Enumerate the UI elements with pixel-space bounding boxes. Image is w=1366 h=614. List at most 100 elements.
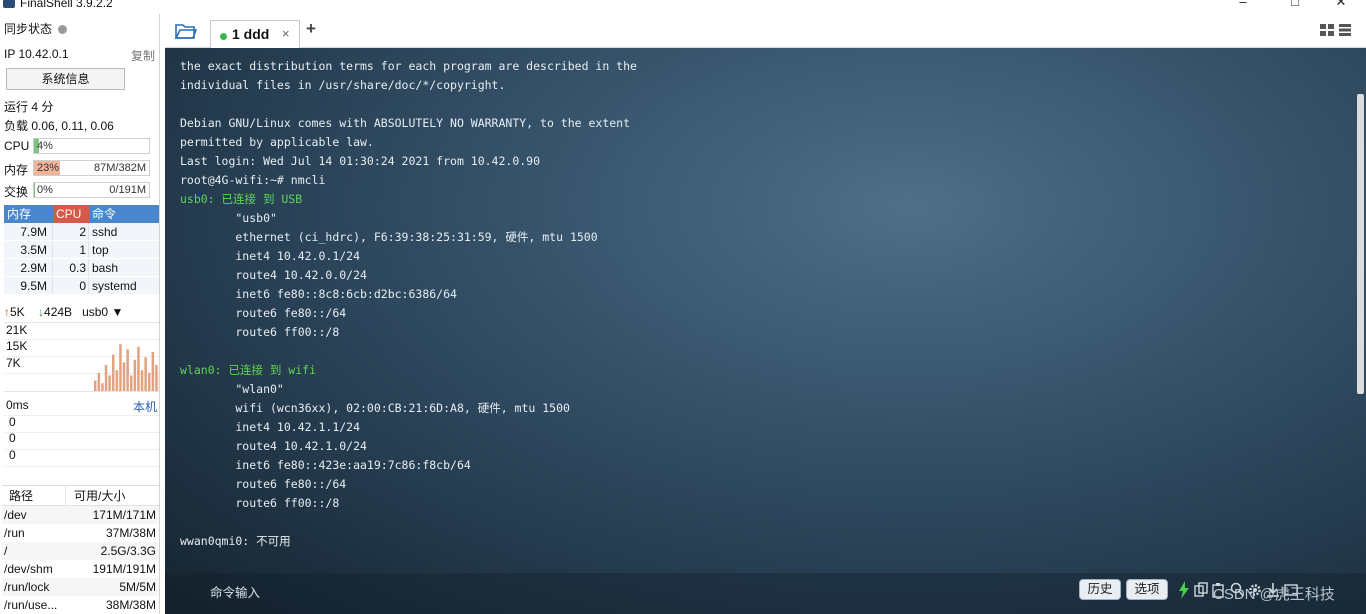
network-traffic-bar: [151, 352, 155, 391]
network-traffic-bar: [126, 349, 129, 391]
download-speed: 424B: [44, 305, 73, 319]
disk-row[interactable]: /dev/shm 191M/191M: [2, 560, 159, 578]
disk-row[interactable]: /run/lock 5M/5M: [2, 578, 159, 596]
network-traffic-bar: [119, 344, 122, 391]
terminal-line: route4 10.42.1.0/24: [180, 439, 367, 453]
swap-meter: 0% 0/191M: [33, 182, 150, 198]
process-row[interactable]: 2.9M 0.3 bash: [4, 259, 159, 277]
network-traffic-bar: [97, 372, 101, 391]
process-header-cpu[interactable]: CPU: [53, 205, 89, 223]
disk-path: /: [4, 544, 8, 558]
cpu-meter: 4%: [33, 138, 150, 154]
process-row[interactable]: 9.5M 0 systemd: [4, 277, 159, 295]
swap-meter-fill: [34, 183, 35, 197]
uptime: 运行 4 分: [4, 100, 54, 114]
layout-grid-icon[interactable]: [1320, 23, 1352, 37]
swap-meter-percent: 0%: [37, 184, 53, 196]
cpu-meter-label: CPU: [4, 139, 30, 153]
terminal-line: wwan0qmi0: 不可用: [180, 534, 291, 548]
terminal-scrollbar[interactable]: [1357, 94, 1364, 394]
close-tab-icon[interactable]: ×: [282, 26, 290, 41]
sync-status-label: 同步状态: [4, 22, 53, 36]
disk-size: 5M/5M: [119, 580, 156, 594]
ping-grid-line: [4, 466, 159, 467]
terminal-line: route4 10.42.0.0/24: [180, 268, 367, 282]
tab-label: 1 ddd: [232, 26, 270, 42]
ping-target-local[interactable]: 本机: [133, 398, 157, 415]
terminal-output: the exact distribution terms for each pr…: [180, 57, 637, 551]
disk-row[interactable]: /run/use... 38M/38M: [2, 596, 159, 614]
process-header-command[interactable]: 命令: [89, 205, 159, 223]
process-header-memory[interactable]: 内存: [4, 205, 53, 223]
load-average: 负载 0.06, 0.11, 0.06: [4, 119, 114, 133]
disk-row[interactable]: / 2.5G/3.3G: [2, 542, 159, 560]
copy-ip-button[interactable]: 复制: [131, 47, 155, 64]
process-row[interactable]: 3.5M 1 top: [4, 241, 159, 259]
terminal-line: permitted by applicable law.: [180, 135, 374, 149]
disk-table: 路径 可用/大小 /dev 171M/171M /run 37M/38M / 2…: [2, 485, 159, 614]
process-memory: 2.9M: [4, 259, 53, 276]
command-input[interactable]: 命令输入: [210, 582, 260, 601]
ping-grid-line: [4, 449, 159, 450]
disk-header-path[interactable]: 路径: [2, 486, 66, 505]
tab-bar: 1 ddd × +: [165, 14, 1366, 48]
disk-size: 38M/38M: [105, 598, 156, 612]
terminal-line: "wlan0": [180, 382, 284, 396]
app-icon: [3, 0, 15, 8]
ping-label: 0ms: [6, 398, 29, 412]
minimize-icon[interactable]: –: [1233, 0, 1253, 9]
network-interface-select[interactable]: usb0 ▼: [82, 305, 123, 319]
tab-ddd[interactable]: 1 ddd ×: [210, 20, 300, 48]
network-speed: ↑5K ↓424B usb0 ▼: [4, 305, 123, 319]
terminal-line: route6 fe80::/64: [180, 306, 347, 320]
close-window-icon[interactable]: ✕: [1331, 0, 1351, 9]
swap-meter-amount: 0/191M: [109, 184, 146, 196]
disk-size: 191M/191M: [92, 562, 156, 576]
swap-meter-label: 交换: [4, 185, 29, 199]
disk-header-size[interactable]: 可用/大小: [66, 486, 159, 505]
terminal-line: route6 ff00::/8: [180, 496, 340, 510]
terminal-line: inet4 10.42.1.1/24: [180, 420, 361, 434]
options-button[interactable]: 选项: [1126, 579, 1168, 600]
terminal-line: root@4G-wifi:~# nmcli: [180, 173, 326, 187]
ping-grid-line: [4, 432, 159, 433]
lightning-icon[interactable]: [1178, 581, 1190, 599]
disk-row[interactable]: /run 37M/38M: [2, 524, 159, 542]
disk-path: /run/use...: [4, 598, 58, 612]
terminal[interactable]: the exact distribution terms for each pr…: [165, 48, 1366, 614]
disk-row[interactable]: /dev 171M/171M: [2, 506, 159, 524]
maximize-icon[interactable]: □: [1285, 0, 1305, 9]
process-command: top: [92, 243, 109, 257]
connected-status-dot-icon: [220, 33, 227, 40]
network-graph: 21K 15K 7K: [4, 322, 159, 392]
cpu-meter-percent: 4%: [37, 140, 53, 152]
system-info-button[interactable]: 系统信息: [6, 68, 125, 90]
sync-status-dot-icon: [58, 25, 68, 35]
process-row[interactable]: 7.9M 2 sshd: [4, 223, 159, 241]
process-memory: 9.5M: [4, 277, 53, 294]
terminal-line: individual files in /usr/share/doc/*/cop…: [180, 78, 506, 92]
process-memory: 3.5M: [4, 241, 53, 258]
sync-status[interactable]: 同步状态: [4, 20, 68, 37]
history-button[interactable]: 历史: [1079, 579, 1121, 600]
process-cpu: 0: [53, 277, 89, 294]
terminal-line: ethernet (ci_hdrc), F6:39:38:25:31:59, 硬…: [180, 230, 598, 244]
network-traffic-bar: [137, 346, 140, 391]
network-interface-value: usb0: [82, 305, 109, 319]
window-title: FinalShell 3.9.2.2: [20, 0, 113, 10]
folder-icon[interactable]: [175, 22, 197, 40]
upload-speed: 5K: [10, 305, 25, 319]
disk-size: 37M/38M: [105, 526, 156, 540]
terminal-line: Last login: Wed Jul 14 01:30:24 2021 fro…: [180, 154, 541, 168]
copy-icon[interactable]: [1194, 582, 1208, 598]
process-cpu: 1: [53, 241, 89, 258]
terminal-line: wlan0: 已连接 到 wifi: [180, 363, 317, 377]
network-traffic-bars: [94, 344, 159, 391]
add-tab-button[interactable]: +: [306, 19, 316, 39]
terminal-line: usb0: 已连接 到 USB: [180, 192, 303, 206]
process-table-header: 内存 CPU 命令: [4, 205, 159, 223]
watermark: CSDN @虎王科技: [1213, 586, 1335, 603]
